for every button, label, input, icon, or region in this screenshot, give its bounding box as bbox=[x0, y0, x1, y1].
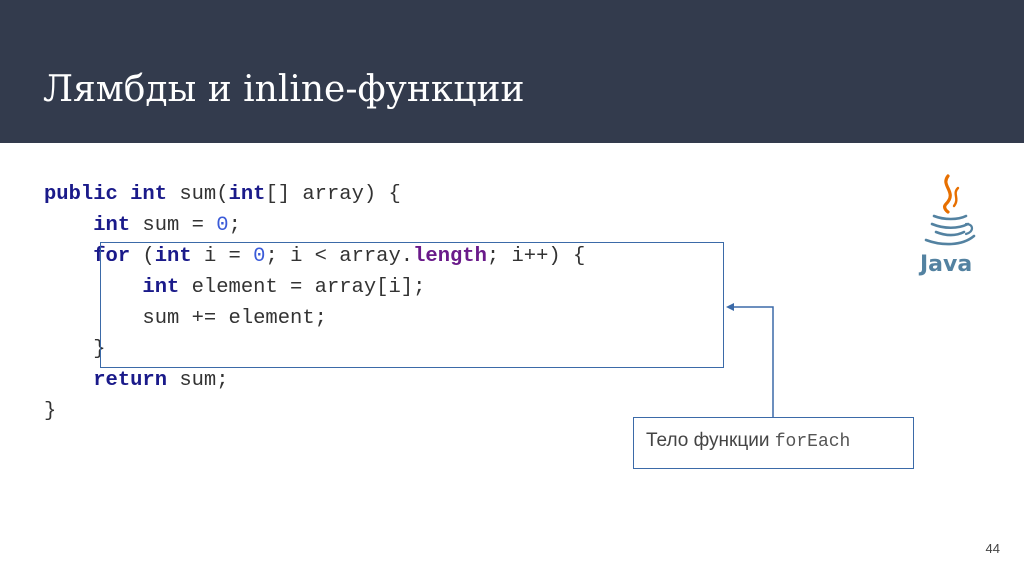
code-line: } bbox=[44, 396, 585, 427]
callout-text: Тело функции bbox=[646, 430, 770, 451]
code-token: } bbox=[44, 400, 57, 423]
slide-title: Лямбды и inline-функции bbox=[43, 69, 525, 110]
code-token: } bbox=[44, 338, 106, 361]
code-token: ; bbox=[228, 214, 241, 237]
callout-box: Тело функции forEach bbox=[633, 417, 914, 469]
callout-code: forEach bbox=[774, 432, 851, 452]
slide-header: Лямбды и inline-функции bbox=[0, 0, 1024, 143]
code-token: sum( bbox=[167, 183, 229, 206]
code-token: return bbox=[93, 369, 168, 392]
code-token: int bbox=[130, 183, 168, 206]
java-logo-text: Java bbox=[918, 252, 972, 277]
code-line: return sum; bbox=[44, 365, 585, 396]
code-token: public bbox=[44, 183, 118, 206]
code-line: public int sum(int[] array) { bbox=[44, 179, 585, 210]
code-token: sum; bbox=[167, 369, 229, 392]
code-line: int sum = 0; bbox=[44, 210, 585, 241]
code-token: int bbox=[93, 214, 131, 237]
page-number: 44 bbox=[985, 541, 1000, 556]
for-loop-highlight-box bbox=[100, 242, 724, 368]
code-token: int bbox=[228, 183, 266, 206]
code-token: sum = bbox=[130, 214, 217, 237]
code-token: 0 bbox=[216, 214, 229, 237]
code-token: [] array) { bbox=[265, 183, 401, 206]
java-logo-icon: Java bbox=[918, 174, 976, 277]
callout-label: Тело функции forEach bbox=[646, 430, 850, 452]
